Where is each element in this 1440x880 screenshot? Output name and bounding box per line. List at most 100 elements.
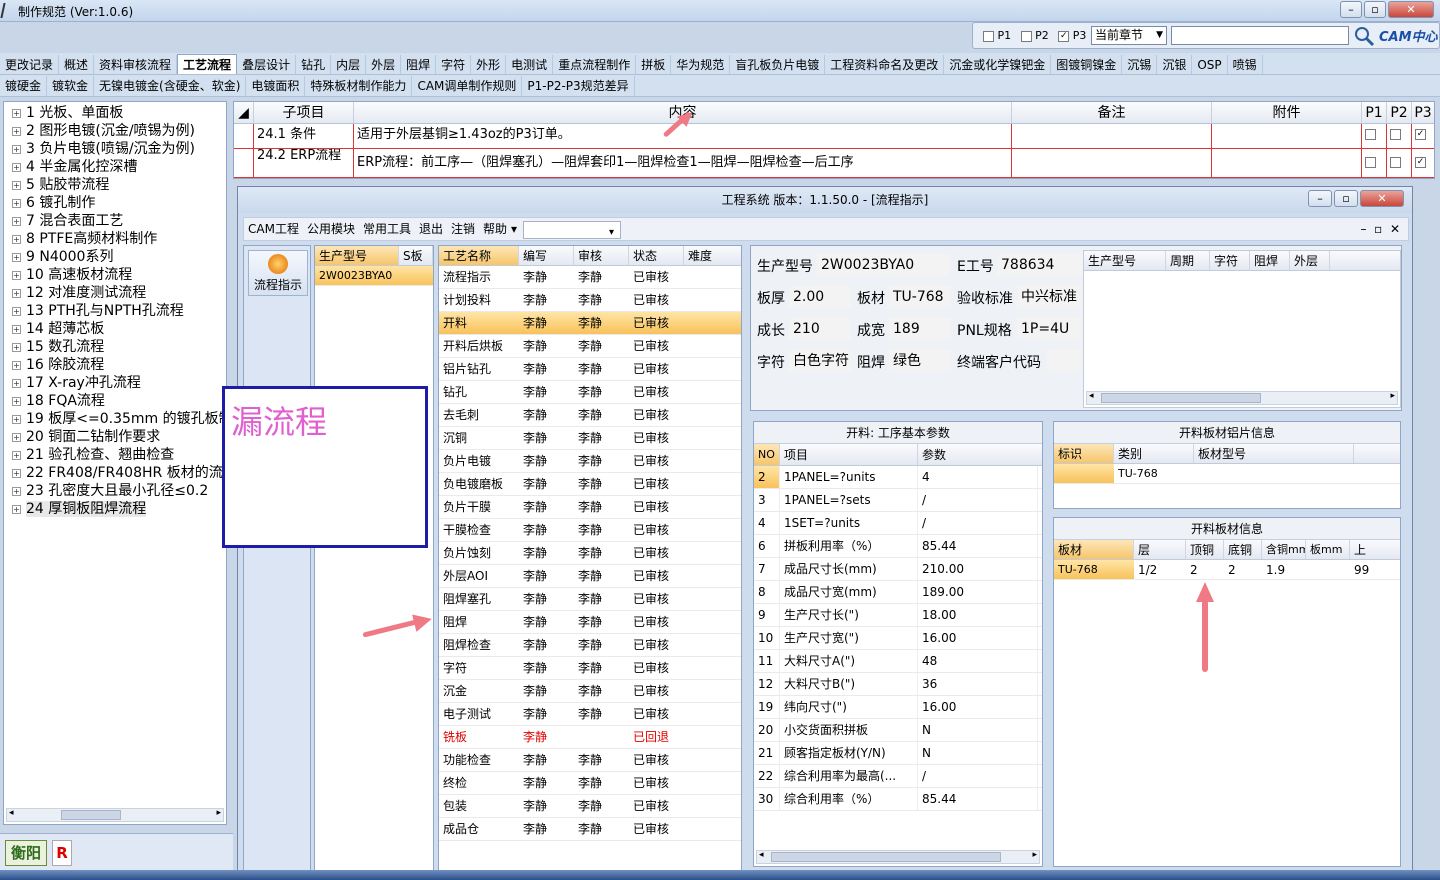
tree-item[interactable]: +15 数孔流程 (4, 338, 226, 356)
process-row[interactable]: 负片干膜 李静 李静 已审核 (439, 496, 741, 519)
p2-checkbox[interactable] (1020, 30, 1032, 42)
model-row[interactable]: 2W0023BYA0 (315, 266, 433, 286)
tree-item[interactable]: +6 镀孔制作 (4, 194, 226, 212)
process-row[interactable]: 沉铜 李静 李静 已审核 (439, 427, 741, 450)
param-row[interactable]: 4 1SET=?units / (754, 512, 1042, 535)
tab-14[interactable]: 华为规范 (671, 55, 731, 74)
tab2-3[interactable]: 电镀面积 (246, 76, 306, 96)
tab-5[interactable]: 钻孔 (296, 55, 332, 74)
scope-select[interactable]: 当前章节 ▼ (1091, 26, 1167, 45)
tree-item[interactable]: +3 负片电镀(喷锡/沉金为例) (4, 140, 226, 158)
menu-item-5[interactable]: 帮助 (479, 218, 511, 240)
row1-p3-checkbox[interactable]: ✓ (1415, 129, 1426, 140)
expand-icon[interactable]: + (12, 288, 21, 298)
tree-item[interactable]: +16 除胶流程 (4, 356, 226, 374)
expand-icon[interactable]: + (12, 270, 21, 280)
tab-9[interactable]: 字符 (436, 55, 472, 74)
process-row[interactable]: 铣板 李静 已回退 (439, 726, 741, 749)
menu-item-1[interactable]: 公用模块 (303, 218, 359, 240)
process-row[interactable]: 开料 李静 李静 已审核 (439, 312, 741, 335)
tree-item[interactable]: +14 超薄芯板 (4, 320, 226, 338)
mdi-controls[interactable]: – ▫ ✕ (1361, 222, 1400, 236)
expand-icon[interactable]: + (12, 432, 21, 442)
expand-icon[interactable]: + (12, 180, 21, 190)
tab-20[interactable]: 沉银 (1157, 55, 1193, 74)
tab2-0[interactable]: 镀硬金 (0, 76, 48, 96)
spec-row[interactable]: 24.2 ERP流程 ERP流程：前工序—（阻焊塞孔）—阻焊套印1—阻焊检查1—… (234, 149, 1434, 178)
tree-item[interactable]: +22 FR408/FR408HR 板材的流程 (4, 464, 226, 482)
tree-item[interactable]: +1 光板、单面板 (4, 104, 226, 122)
expand-icon[interactable]: + (12, 108, 21, 118)
tab-0[interactable]: 更改记录 (0, 55, 60, 74)
param-row[interactable]: 3 1PANEL=?sets / (754, 489, 1042, 512)
expand-icon[interactable]: + (12, 198, 21, 208)
tree-item[interactable]: +18 FQA流程 (4, 392, 226, 410)
p3-checkbox[interactable]: ✓ (1058, 30, 1070, 42)
tab-13[interactable]: 拼板 (636, 55, 672, 74)
param-row[interactable]: 20 小交货面积拼板 N (754, 719, 1042, 742)
tab2-2[interactable]: 无镍电镀金(含硬金、软金) (94, 76, 247, 96)
tree-item[interactable]: +7 混合表面工艺 (4, 212, 226, 230)
param-row[interactable]: 9 生产尺寸长(") 18.00 (754, 604, 1042, 627)
row2-p2-checkbox[interactable] (1390, 157, 1401, 168)
tab2-6[interactable]: P1-P2-P3规范差异 (522, 76, 635, 96)
param-row[interactable]: 19 纬向尺寸(") 16.00 (754, 696, 1042, 719)
tree-item[interactable]: +5 贴胶带流程 (4, 176, 226, 194)
tree-item[interactable]: +2 图形电镀(沉金/喷锡为例) (4, 122, 226, 140)
expand-icon[interactable]: + (12, 396, 21, 406)
r-badge[interactable]: R (52, 840, 72, 866)
city-badge[interactable]: 衡阳 (5, 840, 47, 866)
expand-icon[interactable]: + (12, 360, 21, 370)
minimize-button[interactable]: – (1340, 1, 1362, 18)
tab2-5[interactable]: CAM调单制作规则 (412, 76, 523, 96)
param-row[interactable]: 22 综合利用率为最高(... / (754, 765, 1042, 788)
board-row[interactable]: TU-768 1/2 2 2 1.9 99 (1054, 560, 1400, 580)
history-horizontal-scrollbar[interactable]: ◂ ▸ (1086, 391, 1398, 405)
process-row[interactable]: 功能检查 李静 李静 已审核 (439, 749, 741, 772)
process-row[interactable]: 成品仓 李静 李静 已审核 (439, 818, 741, 841)
tab-4[interactable]: 叠层设计 (237, 55, 297, 74)
param-row[interactable]: 2 1PANEL=?units 4 (754, 466, 1042, 489)
dialog-close-button[interactable]: ✕ (1360, 190, 1404, 207)
tree-item[interactable]: +24 厚铜板阻焊流程 (4, 500, 226, 518)
param-row[interactable]: 30 综合利用率（%） 85.44 (754, 788, 1042, 811)
process-indicator-button[interactable]: 流程指示 (248, 250, 308, 296)
param-row[interactable]: 21 顾客指定板材(Y/N) N (754, 742, 1042, 765)
tab-17[interactable]: 沉金或化学镍钯金 (944, 55, 1052, 74)
tab2-1[interactable]: 镀软金 (47, 76, 95, 96)
expand-icon[interactable]: + (12, 252, 21, 262)
tab-12[interactable]: 重点流程制作 (553, 55, 637, 74)
tab-21[interactable]: OSP (1192, 55, 1228, 74)
menu-item-2[interactable]: 常用工具 (359, 218, 415, 240)
process-row[interactable]: 干膜检查 李静 李静 已审核 (439, 519, 741, 542)
tree-item[interactable]: +8 PTFE高频材料制作 (4, 230, 226, 248)
tab-2[interactable]: 资料审核流程 (94, 55, 178, 74)
process-row[interactable]: 负电镀磨板 李静 李静 已审核 (439, 473, 741, 496)
dialog-maximize-button[interactable]: ▫ (1334, 190, 1358, 207)
param-row[interactable]: 10 生产尺寸宽(") 16.00 (754, 627, 1042, 650)
row1-p2-checkbox[interactable] (1390, 129, 1401, 140)
tab-10[interactable]: 外形 (471, 55, 507, 74)
expand-icon[interactable]: + (12, 486, 21, 496)
expand-icon[interactable]: + (12, 162, 21, 172)
tab-18[interactable]: 图镀铜镍金 (1051, 55, 1123, 74)
search-icon[interactable] (1353, 25, 1375, 47)
param-row[interactable]: 12 大料尺寸B(") 36 (754, 673, 1042, 696)
expand-icon[interactable]: + (12, 504, 21, 514)
expand-icon[interactable]: + (12, 234, 21, 244)
process-row[interactable]: 沉金 李静 李静 已审核 (439, 680, 741, 703)
process-row[interactable]: 开料后烘板 李静 李静 已审核 (439, 335, 741, 358)
aluminium-row[interactable]: TU-768 (1054, 464, 1400, 484)
param-row[interactable]: 7 成品尺寸长(mm) 210.00 (754, 558, 1042, 581)
close-button[interactable]: ✕ (1388, 1, 1434, 18)
process-row[interactable]: 外层AOI 李静 李静 已审核 (439, 565, 741, 588)
tree-horizontal-scrollbar[interactable]: ◂ ▸ (6, 808, 224, 822)
process-row[interactable]: 阻焊塞孔 李静 李静 已审核 (439, 588, 741, 611)
tree-item[interactable]: +12 对准度测试流程 (4, 284, 226, 302)
expand-icon[interactable]: + (12, 414, 21, 424)
tree-item[interactable]: +17 X-ray冲孔流程 (4, 374, 226, 392)
process-row[interactable]: 铝片钻孔 李静 李静 已审核 (439, 358, 741, 381)
tab-3[interactable]: 工艺流程 (177, 54, 238, 74)
maximize-button[interactable]: ▫ (1364, 1, 1386, 18)
menu-item-0[interactable]: CAM工程 (244, 218, 303, 240)
